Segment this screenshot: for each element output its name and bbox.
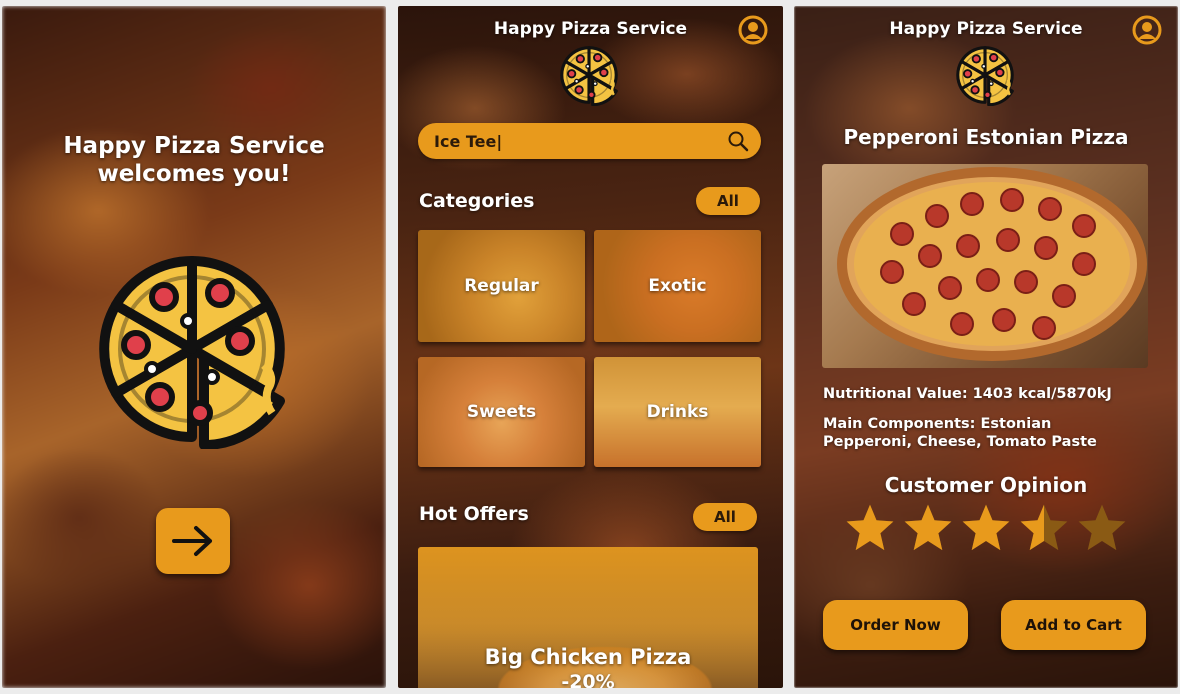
customer-opinion-title: Customer Opinion xyxy=(884,473,1088,497)
main-components: Main Components: Estonian Pepperoni, Che… xyxy=(823,415,1097,451)
star-icon[interactable] xyxy=(902,502,954,554)
category-drinks-label: Drinks xyxy=(646,402,709,422)
categories-all-button[interactable]: All xyxy=(696,187,760,215)
hot-offer-discount: -20% xyxy=(561,671,615,688)
pizza-logo-icon xyxy=(560,46,618,106)
hot-offer-card[interactable]: Big Chicken Pizza -20% xyxy=(418,547,758,688)
star-icon[interactable] xyxy=(960,502,1012,554)
category-sweets[interactable]: Sweets xyxy=(418,357,585,467)
user-avatar-icon[interactable] xyxy=(1132,15,1162,45)
category-regular-label: Regular xyxy=(464,276,539,296)
rating-stars[interactable] xyxy=(844,502,1134,554)
categories-title: Categories xyxy=(419,190,535,212)
welcome-screen: Happy Pizza Service welcomes you! xyxy=(2,6,386,688)
category-sweets-label: Sweets xyxy=(466,402,537,422)
search-icon[interactable] xyxy=(727,130,749,152)
product-header-title: Happy Pizza Service xyxy=(889,19,1083,39)
home-screen: Happy Pizza Service Categories All Regul… xyxy=(398,6,783,688)
nutrition-value: Nutritional Value: 1403 kcal/5870kJ xyxy=(823,386,1112,402)
hot-offers-title: Hot Offers xyxy=(419,503,529,525)
main-components-line2: Pepperoni, Cheese, Tomato Paste xyxy=(823,434,1097,450)
category-exotic-label: Exotic xyxy=(648,276,707,296)
star-icon[interactable] xyxy=(1018,502,1070,554)
welcome-title-line1: Happy Pizza Service xyxy=(63,133,325,159)
hot-offers-all-button[interactable]: All xyxy=(693,503,757,531)
pizza-photo xyxy=(837,167,1147,361)
next-button[interactable] xyxy=(156,508,230,574)
star-icon[interactable] xyxy=(1076,502,1128,554)
add-to-cart-button[interactable]: Add to Cart xyxy=(1001,600,1146,650)
hot-offer-title: Big Chicken Pizza xyxy=(484,645,692,669)
welcome-title: Happy Pizza Service welcomes you! xyxy=(2,132,386,188)
star-icon[interactable] xyxy=(844,502,896,554)
product-name: Pepperoni Estonian Pizza xyxy=(843,125,1129,149)
order-now-button[interactable]: Order Now xyxy=(823,600,968,650)
arrow-right-icon xyxy=(172,526,212,556)
search-bar xyxy=(418,123,761,159)
welcome-title-line2: welcomes you! xyxy=(97,161,291,187)
product-screen: Happy Pizza Service Pepperoni Estonian P… xyxy=(794,6,1178,688)
main-components-line1: Main Components: Estonian xyxy=(823,416,1052,432)
pizza-logo-icon xyxy=(956,46,1014,106)
user-avatar-icon[interactable] xyxy=(738,15,768,45)
pizza-logo-icon xyxy=(92,249,292,449)
home-header-title: Happy Pizza Service xyxy=(493,19,688,39)
product-image xyxy=(822,164,1148,368)
category-exotic[interactable]: Exotic xyxy=(594,230,761,342)
category-drinks[interactable]: Drinks xyxy=(594,357,761,467)
search-input[interactable] xyxy=(434,123,724,159)
category-regular[interactable]: Regular xyxy=(418,230,585,342)
